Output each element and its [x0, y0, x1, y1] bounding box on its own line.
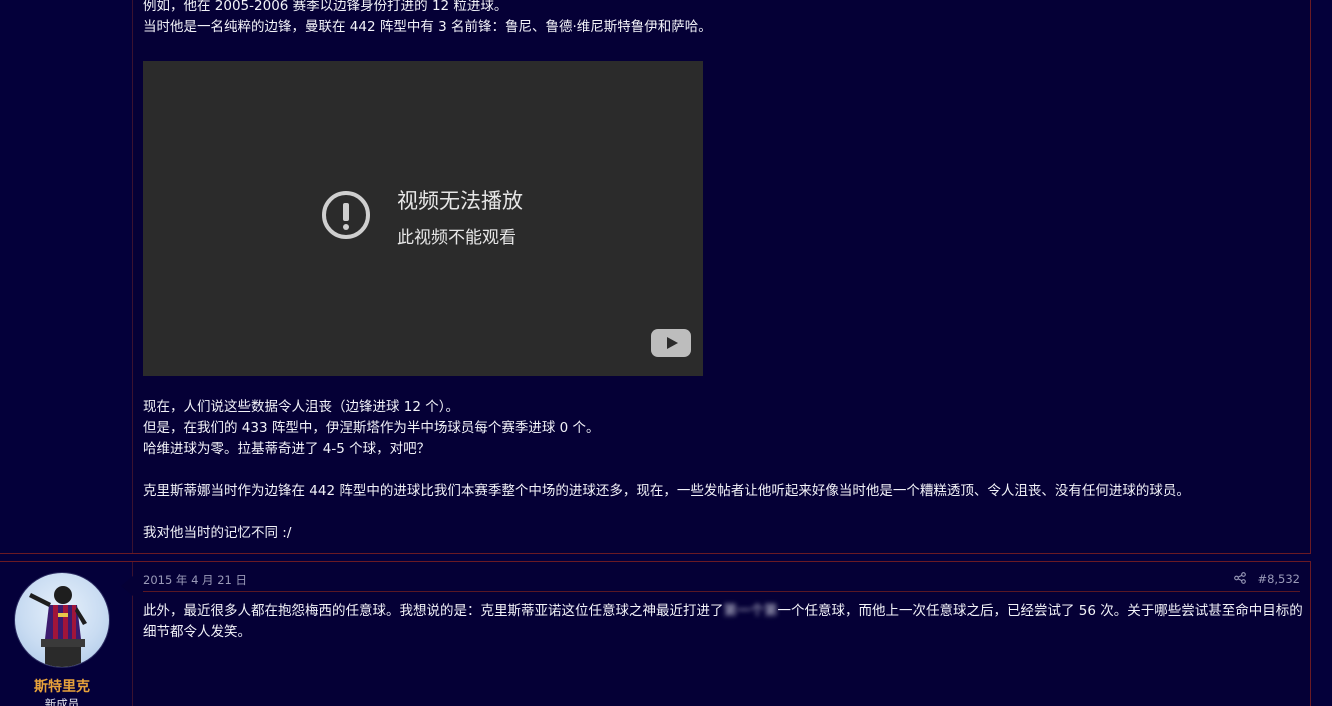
post-date[interactable]: 2015 年 4 月 21 日 [143, 572, 247, 588]
forum-post: 例如，他在 2005-2006 赛季以边锋身份打进的 12 粒进球。 当时他是一… [0, 0, 1311, 554]
video-embed[interactable]: 视频无法播放 此视频不能观看 [143, 61, 703, 376]
blurred-text: 第一个第 [723, 603, 778, 619]
exclamation-circle-icon [322, 191, 370, 239]
post-content: 例如，他在 2005-2006 赛季以边锋身份打进的 12 粒进球。 当时他是一… [133, 0, 1310, 553]
post-body-bottom: 现在，人们说这些数据令人沮丧（边锋进球 12 个）。 但是，在我们的 433 阵… [143, 397, 1190, 544]
post-line: 哈维进球为零。拉基蒂奇进了 4-5 个球，对吧？ [143, 441, 431, 457]
video-error-title: 视频无法播放 [397, 189, 523, 213]
post-line: 现在，人们说这些数据令人沮丧（边锋进球 12 个）。 [143, 399, 460, 415]
post-header: 2015 年 4 月 21 日 #8,532 [143, 571, 1300, 592]
post-line: 当时他是一名纯粹的边锋，曼联在 442 阵型中有 3 名前锋：鲁尼、鲁德·维尼斯… [143, 19, 712, 35]
avatar[interactable] [14, 572, 110, 668]
post-body: 此外，最近很多人都在抱怨梅西的任意球。我想说的是：克里斯蒂亚诺这位任意球之神最近… [143, 601, 1303, 643]
post-arrow [121, 576, 133, 596]
share-icon[interactable] [1234, 572, 1246, 584]
post-user-column: 斯特里克 新成员 [0, 562, 133, 706]
user-title: 新成员 [44, 697, 80, 706]
post-paragraph: 克里斯蒂娜当时作为边锋在 442 阵型中的进球比我们本赛季整个中场的进球还多，现… [143, 483, 1190, 499]
username[interactable]: 斯特里克 [0, 676, 124, 696]
forum-thread-page: 例如，他在 2005-2006 赛季以边锋身份打进的 12 粒进球。 当时他是一… [0, 0, 1332, 706]
video-error-subtitle: 此视频不能观看 [397, 228, 516, 248]
post-line: 但是，在我们的 433 阵型中，伊涅斯塔作为半中场球员每个赛季进球 0 个。 [143, 420, 600, 436]
forum-post: 斯特里克 新成员 2015 年 4 月 21 日 #8,532 此外，最近很多人… [0, 561, 1311, 706]
post-number-link[interactable]: #8,532 [1257, 572, 1300, 586]
statue-avatar-image [29, 586, 87, 667]
post-line: 例如，他在 2005-2006 赛季以边锋身份打进的 12 粒进球。 [143, 0, 508, 14]
post-body-top: 例如，他在 2005-2006 赛季以边锋身份打进的 12 粒进球。 当时他是一… [143, 0, 712, 38]
post-content: 2015 年 4 月 21 日 #8,532 此外，最近很多人都在抱怨梅西的任意… [133, 562, 1310, 706]
post-paragraph: 我对他当时的记忆不同 :/ [143, 525, 292, 541]
post-user-column [0, 0, 133, 553]
post-paragraph: 此外，最近很多人都在抱怨梅西的任意球。我想说的是：克里斯蒂亚诺这位任意球之神最近… [143, 601, 1303, 643]
youtube-play-icon[interactable] [651, 329, 691, 357]
post-text: 此外，最近很多人都在抱怨梅西的任意球。我想说的是：克里斯蒂亚诺这位任意球之神最近… [143, 603, 724, 619]
